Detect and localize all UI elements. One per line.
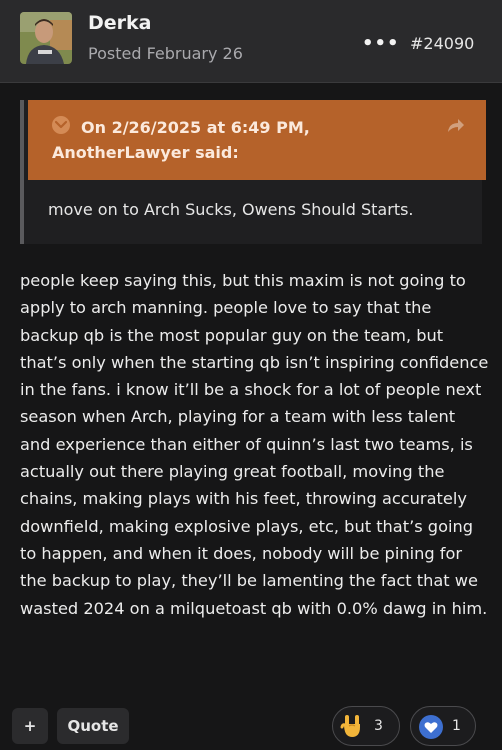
post-header: Derka Posted February 26 ••• #24090	[0, 0, 502, 83]
post-number[interactable]: #24090	[410, 34, 474, 53]
post-body-text: people keep saying this, but this maxim …	[20, 271, 489, 618]
share-arrow-icon[interactable]	[446, 116, 466, 134]
reaction-count: 3	[374, 718, 383, 734]
reaction-rock-on[interactable]: 3	[332, 706, 400, 746]
multiquote-add-button[interactable]: +	[12, 708, 48, 744]
quote-cite-text: On 2/26/2025 at 6:49 PM, AnotherLawyer s…	[52, 118, 310, 162]
post-timestamp: Posted February 26	[88, 44, 243, 63]
quote-citation: On 2/26/2025 at 6:49 PM, AnotherLawyer s…	[28, 100, 486, 180]
reaction-count: 1	[452, 718, 461, 734]
reaction-heart[interactable]: 1	[410, 706, 476, 746]
quote-block: On 2/26/2025 at 6:49 PM, AnotherLawyer s…	[20, 100, 486, 244]
heart-icon	[418, 714, 444, 740]
quote-text: move on to Arch Sucks, Owens Should Star…	[48, 200, 414, 219]
more-dots-icon[interactable]: •••	[362, 33, 400, 54]
avatar[interactable]	[20, 12, 72, 64]
rock-on-hand-icon	[339, 713, 365, 739]
author-name[interactable]: Derka	[88, 12, 152, 34]
quote-button[interactable]: Quote	[57, 708, 129, 744]
